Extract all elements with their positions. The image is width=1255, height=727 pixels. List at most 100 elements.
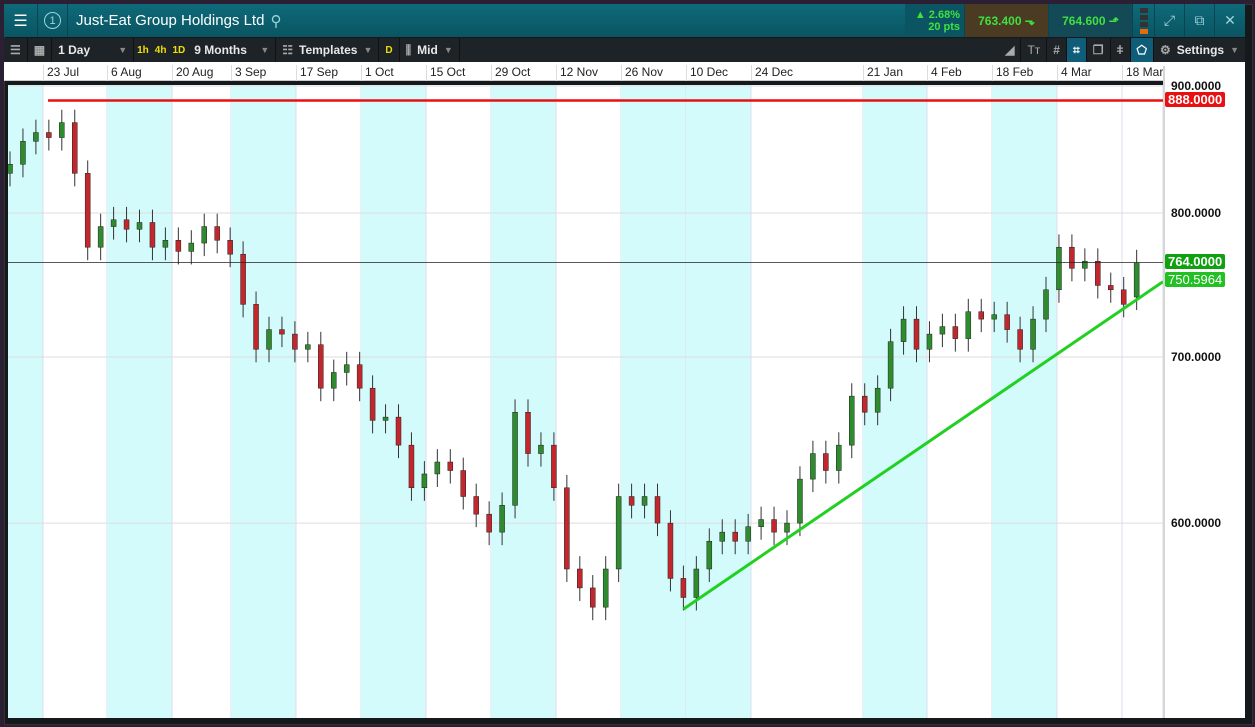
price-type-value: Mid bbox=[417, 43, 438, 57]
close-icon[interactable]: ✕ bbox=[1215, 4, 1245, 37]
range-value: 9 Months bbox=[194, 43, 247, 57]
grid-icon[interactable]: # bbox=[1047, 38, 1067, 62]
candle-down bbox=[823, 453, 829, 471]
candle-down bbox=[214, 226, 220, 241]
candle-down bbox=[577, 568, 583, 589]
instrument-title[interactable]: Just-Eat Group Holdings Ltd ⚲ bbox=[68, 4, 905, 37]
candle-down bbox=[447, 461, 454, 471]
candle-down bbox=[861, 395, 868, 413]
candle-down bbox=[771, 519, 777, 533]
label-icon[interactable]: ⬠ bbox=[1130, 38, 1154, 62]
date-band bbox=[621, 85, 686, 718]
interval-1d-button[interactable]: 1D bbox=[169, 38, 188, 62]
candle-down bbox=[473, 496, 479, 515]
price-type-select[interactable]: ⫼ Mid ▼ bbox=[400, 38, 460, 62]
popout-icon[interactable]: ⧉ bbox=[1185, 4, 1215, 37]
change-pct: ▲ 2.68% bbox=[914, 8, 960, 21]
candle-down bbox=[1108, 285, 1114, 291]
list-icon[interactable]: ☰ bbox=[4, 38, 28, 62]
date-label: 15 Oct bbox=[426, 65, 465, 81]
range-select[interactable]: 9 Months ▼ bbox=[188, 38, 277, 62]
candle-down bbox=[72, 122, 78, 174]
candle-up bbox=[382, 416, 389, 421]
candle-up bbox=[719, 531, 725, 542]
candle-up bbox=[939, 326, 946, 335]
candle-up bbox=[849, 395, 855, 446]
candle-up bbox=[538, 444, 544, 454]
date-band bbox=[107, 85, 172, 718]
search-icon[interactable]: ⚲ bbox=[270, 12, 281, 30]
candle-up bbox=[110, 219, 117, 227]
interval-4h-button[interactable]: 4h bbox=[152, 38, 170, 62]
candle-down bbox=[1017, 329, 1023, 350]
candle-down bbox=[1069, 246, 1075, 269]
expand-icon[interactable]: ⤢ bbox=[1155, 4, 1185, 37]
trendline-tag: 750.5964 bbox=[1165, 271, 1226, 287]
candle-up bbox=[887, 341, 894, 389]
instrument-name: Just-Eat Group Holdings Ltd bbox=[76, 12, 265, 29]
candle-up bbox=[602, 568, 609, 608]
sell-button[interactable]: 763.400 ⬎ bbox=[965, 4, 1049, 37]
draw-icon[interactable]: ◢ bbox=[999, 38, 1022, 62]
candle-down bbox=[356, 364, 363, 389]
date-label: 17 Sep bbox=[296, 65, 338, 81]
settings-button[interactable]: ⚙ Settings ▼ bbox=[1154, 38, 1245, 62]
chevron-down-icon: ▼ bbox=[260, 45, 270, 55]
candle-up bbox=[836, 444, 842, 471]
resistance-tag: 888.0000 bbox=[1165, 92, 1226, 108]
candle-up bbox=[1030, 318, 1036, 350]
buy-price: 764.600 bbox=[1062, 13, 1106, 28]
title-bar: ☰ 1 Just-Eat Group Holdings Ltd ⚲ ▲ 2.68%… bbox=[4, 4, 1245, 37]
candle-up bbox=[758, 519, 764, 527]
tab-number-icon[interactable]: 1 bbox=[38, 4, 68, 37]
candle-up bbox=[900, 318, 907, 342]
candle-down bbox=[590, 587, 596, 608]
date-label: 23 Jul bbox=[43, 65, 79, 81]
text-icon[interactable]: Tт bbox=[1021, 38, 1048, 62]
candle-up bbox=[1056, 246, 1062, 291]
buy-button[interactable]: 764.600 ⬏ bbox=[1049, 4, 1133, 37]
candle-up bbox=[615, 496, 622, 570]
price-axis[interactable]: 900.0000 800.0000 700.0000 600.0000 888.0000… bbox=[1163, 66, 1245, 718]
copy-icon[interactable]: ❐ bbox=[1087, 38, 1111, 62]
interval-1h-button[interactable]: 1h bbox=[134, 38, 152, 62]
indicator-icon[interactable]: ǂ bbox=[1111, 38, 1131, 62]
crosshair-icon[interactable]: ⌗ bbox=[1066, 38, 1087, 62]
candle-down bbox=[84, 173, 91, 248]
menu-icon[interactable]: ☰ bbox=[4, 4, 38, 37]
change-box: ▲ 2.68% 20 pts bbox=[905, 4, 965, 37]
candle-up bbox=[343, 364, 350, 373]
candle-down bbox=[667, 522, 674, 579]
date-label: 10 Dec bbox=[686, 65, 728, 81]
date-band bbox=[992, 85, 1057, 718]
candle-up bbox=[201, 226, 207, 244]
candle-down bbox=[175, 240, 182, 252]
date-label: 21 Jan bbox=[863, 65, 903, 81]
axis-label: 900.0000 bbox=[1171, 79, 1222, 94]
date-label: 3 Sep bbox=[231, 65, 266, 81]
candle-up bbox=[745, 526, 751, 542]
candle-down bbox=[628, 496, 635, 506]
date-label: 18 Mar bbox=[1122, 65, 1163, 81]
candle-down bbox=[551, 444, 557, 489]
candle-down bbox=[1004, 314, 1010, 330]
candle-up bbox=[797, 478, 803, 524]
candle-down bbox=[279, 329, 285, 335]
gear-icon: ⚙ bbox=[1159, 43, 1171, 57]
date-label: 4 Feb bbox=[927, 65, 962, 81]
date-label: 12 Nov bbox=[556, 65, 598, 81]
axis-label: 700.0000 bbox=[1171, 349, 1222, 364]
layout-icon[interactable]: ▦ bbox=[28, 38, 53, 62]
candle-down bbox=[395, 416, 402, 446]
candle-down bbox=[486, 513, 492, 533]
templates-button[interactable]: ☷ Templates ▼ bbox=[276, 38, 380, 62]
d-button[interactable]: D bbox=[379, 38, 400, 62]
chevron-down-icon: ▼ bbox=[363, 45, 373, 55]
candle-up bbox=[305, 344, 311, 350]
date-band bbox=[231, 85, 296, 718]
price-chart[interactable] bbox=[8, 85, 1163, 718]
chevron-down-icon: ▼ bbox=[1230, 45, 1239, 55]
interval-select[interactable]: 1 Day ▼ bbox=[52, 38, 135, 62]
candle-down bbox=[732, 531, 738, 542]
date-axis: 23 Jul 6 Aug 20 Aug 3 Sep 17 Sep 1 Oct 15 Oct 2… bbox=[4, 62, 1245, 81]
